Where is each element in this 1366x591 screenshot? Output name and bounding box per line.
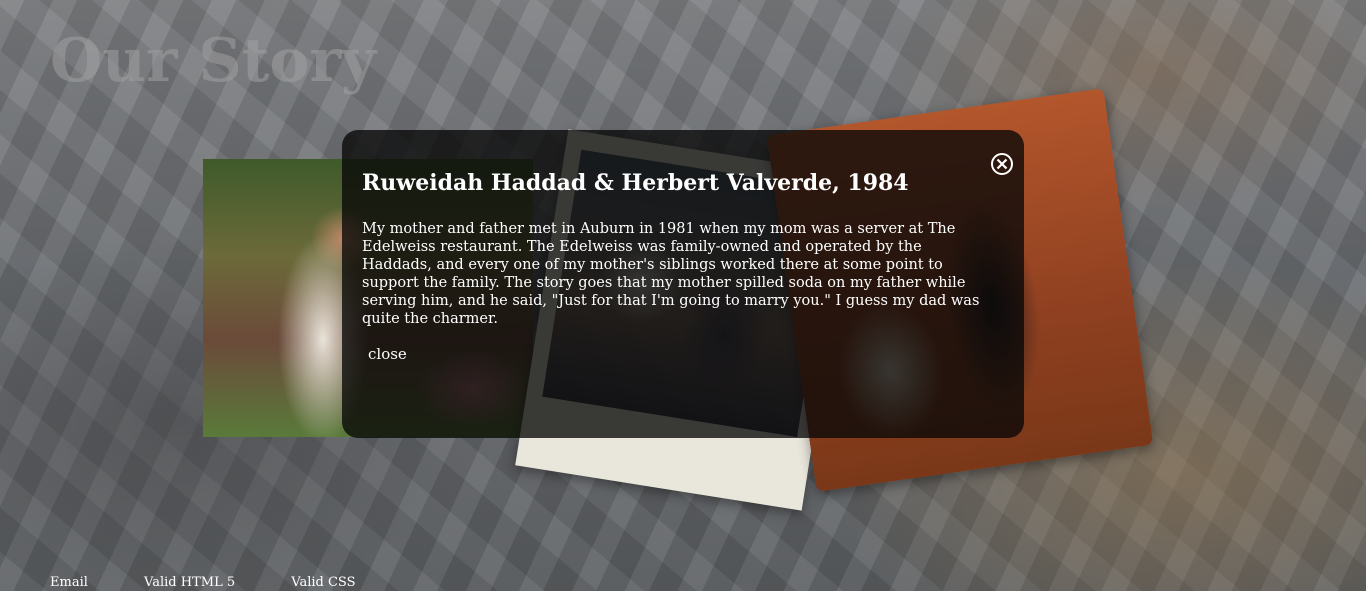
modal-heading: Ruweidah Haddad & Herbert Valverde, 1984 bbox=[362, 170, 909, 196]
footer-link-valid-css[interactable]: Valid CSS bbox=[291, 575, 355, 590]
modal-story-text: My mother and father met in Auburn in 19… bbox=[362, 221, 980, 327]
footer: Email Valid HTML 5 Valid CSS bbox=[50, 575, 408, 590]
footer-link-email[interactable]: Email bbox=[50, 575, 88, 590]
close-icon[interactable] bbox=[990, 152, 1014, 176]
page-title: Our Story bbox=[50, 26, 376, 96]
close-link[interactable]: close bbox=[362, 344, 413, 364]
footer-link-valid-html[interactable]: Valid HTML 5 bbox=[144, 575, 235, 590]
story-modal: Ruweidah Haddad & Herbert Valverde, 1984… bbox=[342, 130, 1024, 438]
